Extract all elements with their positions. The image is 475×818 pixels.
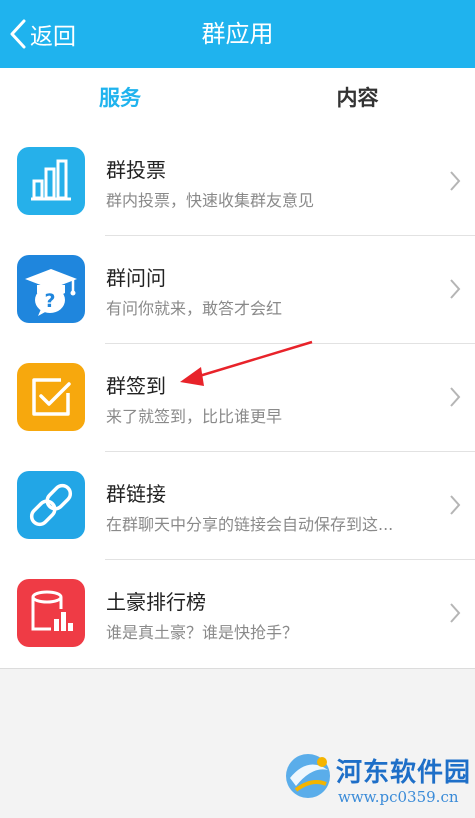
app-name: 群签到 bbox=[106, 374, 166, 398]
app-description: 谁是真土豪？谁是快抢手？ bbox=[106, 623, 299, 642]
svg-text:?: ? bbox=[44, 290, 55, 312]
list-item-group-link[interactable]: 群链接 在群聊天中分享的链接会自动保存到这... bbox=[0, 452, 475, 560]
app-name: 群投票 bbox=[106, 158, 166, 182]
app-description: 群内投票，快速收集群友意见 bbox=[106, 191, 315, 210]
watermark-url: www.pc0359.cn bbox=[338, 788, 459, 806]
chevron-right-icon bbox=[449, 386, 461, 412]
list-item-rich-ranking[interactable]: 土豪排行榜 谁是真土豪？谁是快抢手？ bbox=[0, 560, 475, 668]
chevron-left-icon bbox=[8, 18, 28, 50]
tab-services[interactable]: 服务 bbox=[0, 68, 240, 128]
chain-link-icon bbox=[17, 471, 85, 539]
ranking-icon bbox=[17, 579, 85, 647]
app-name: 群问问 bbox=[106, 266, 166, 290]
chevron-right-icon bbox=[449, 494, 461, 520]
back-button[interactable]: 返回 bbox=[8, 16, 76, 52]
list-item-group-checkin[interactable]: 群签到 来了就签到，比比谁更早 bbox=[0, 344, 475, 452]
checkbox-icon bbox=[17, 363, 85, 431]
app-description: 来了就签到，比比谁更早 bbox=[106, 407, 283, 426]
graduation-cap-question-icon: ? bbox=[17, 255, 85, 323]
bar-chart-icon bbox=[17, 147, 85, 215]
app-name: 群链接 bbox=[106, 482, 166, 506]
chevron-right-icon bbox=[449, 278, 461, 304]
app-description: 在群聊天中分享的链接会自动保存到这... bbox=[106, 515, 394, 534]
list-item-group-ask[interactable]: ? 群问问 有问你就来，敢答才会红 bbox=[0, 236, 475, 344]
list-item-group-vote[interactable]: 群投票 群内投票，快速收集群友意见 bbox=[0, 128, 475, 236]
chevron-right-icon bbox=[449, 170, 461, 196]
app-description: 有问你就来，敢答才会红 bbox=[106, 299, 283, 318]
app-name: 土豪排行榜 bbox=[106, 590, 206, 614]
app-list: 群投票 群内投票，快速收集群友意见 ? 群问问 有问你就来，敢答才会红 群签到 … bbox=[0, 128, 475, 669]
tab-bar: 服务 内容 bbox=[0, 68, 475, 195]
watermark-text: 河东软件园 bbox=[336, 758, 472, 788]
watermark-logo-icon bbox=[286, 754, 330, 798]
tab-content[interactable]: 内容 bbox=[240, 68, 475, 128]
watermark: 河东软件园 www.pc0359.cn bbox=[282, 748, 472, 814]
back-label: 返回 bbox=[30, 24, 76, 50]
top-bar: 返回 群应用 bbox=[0, 0, 475, 68]
chevron-right-icon bbox=[449, 602, 461, 628]
